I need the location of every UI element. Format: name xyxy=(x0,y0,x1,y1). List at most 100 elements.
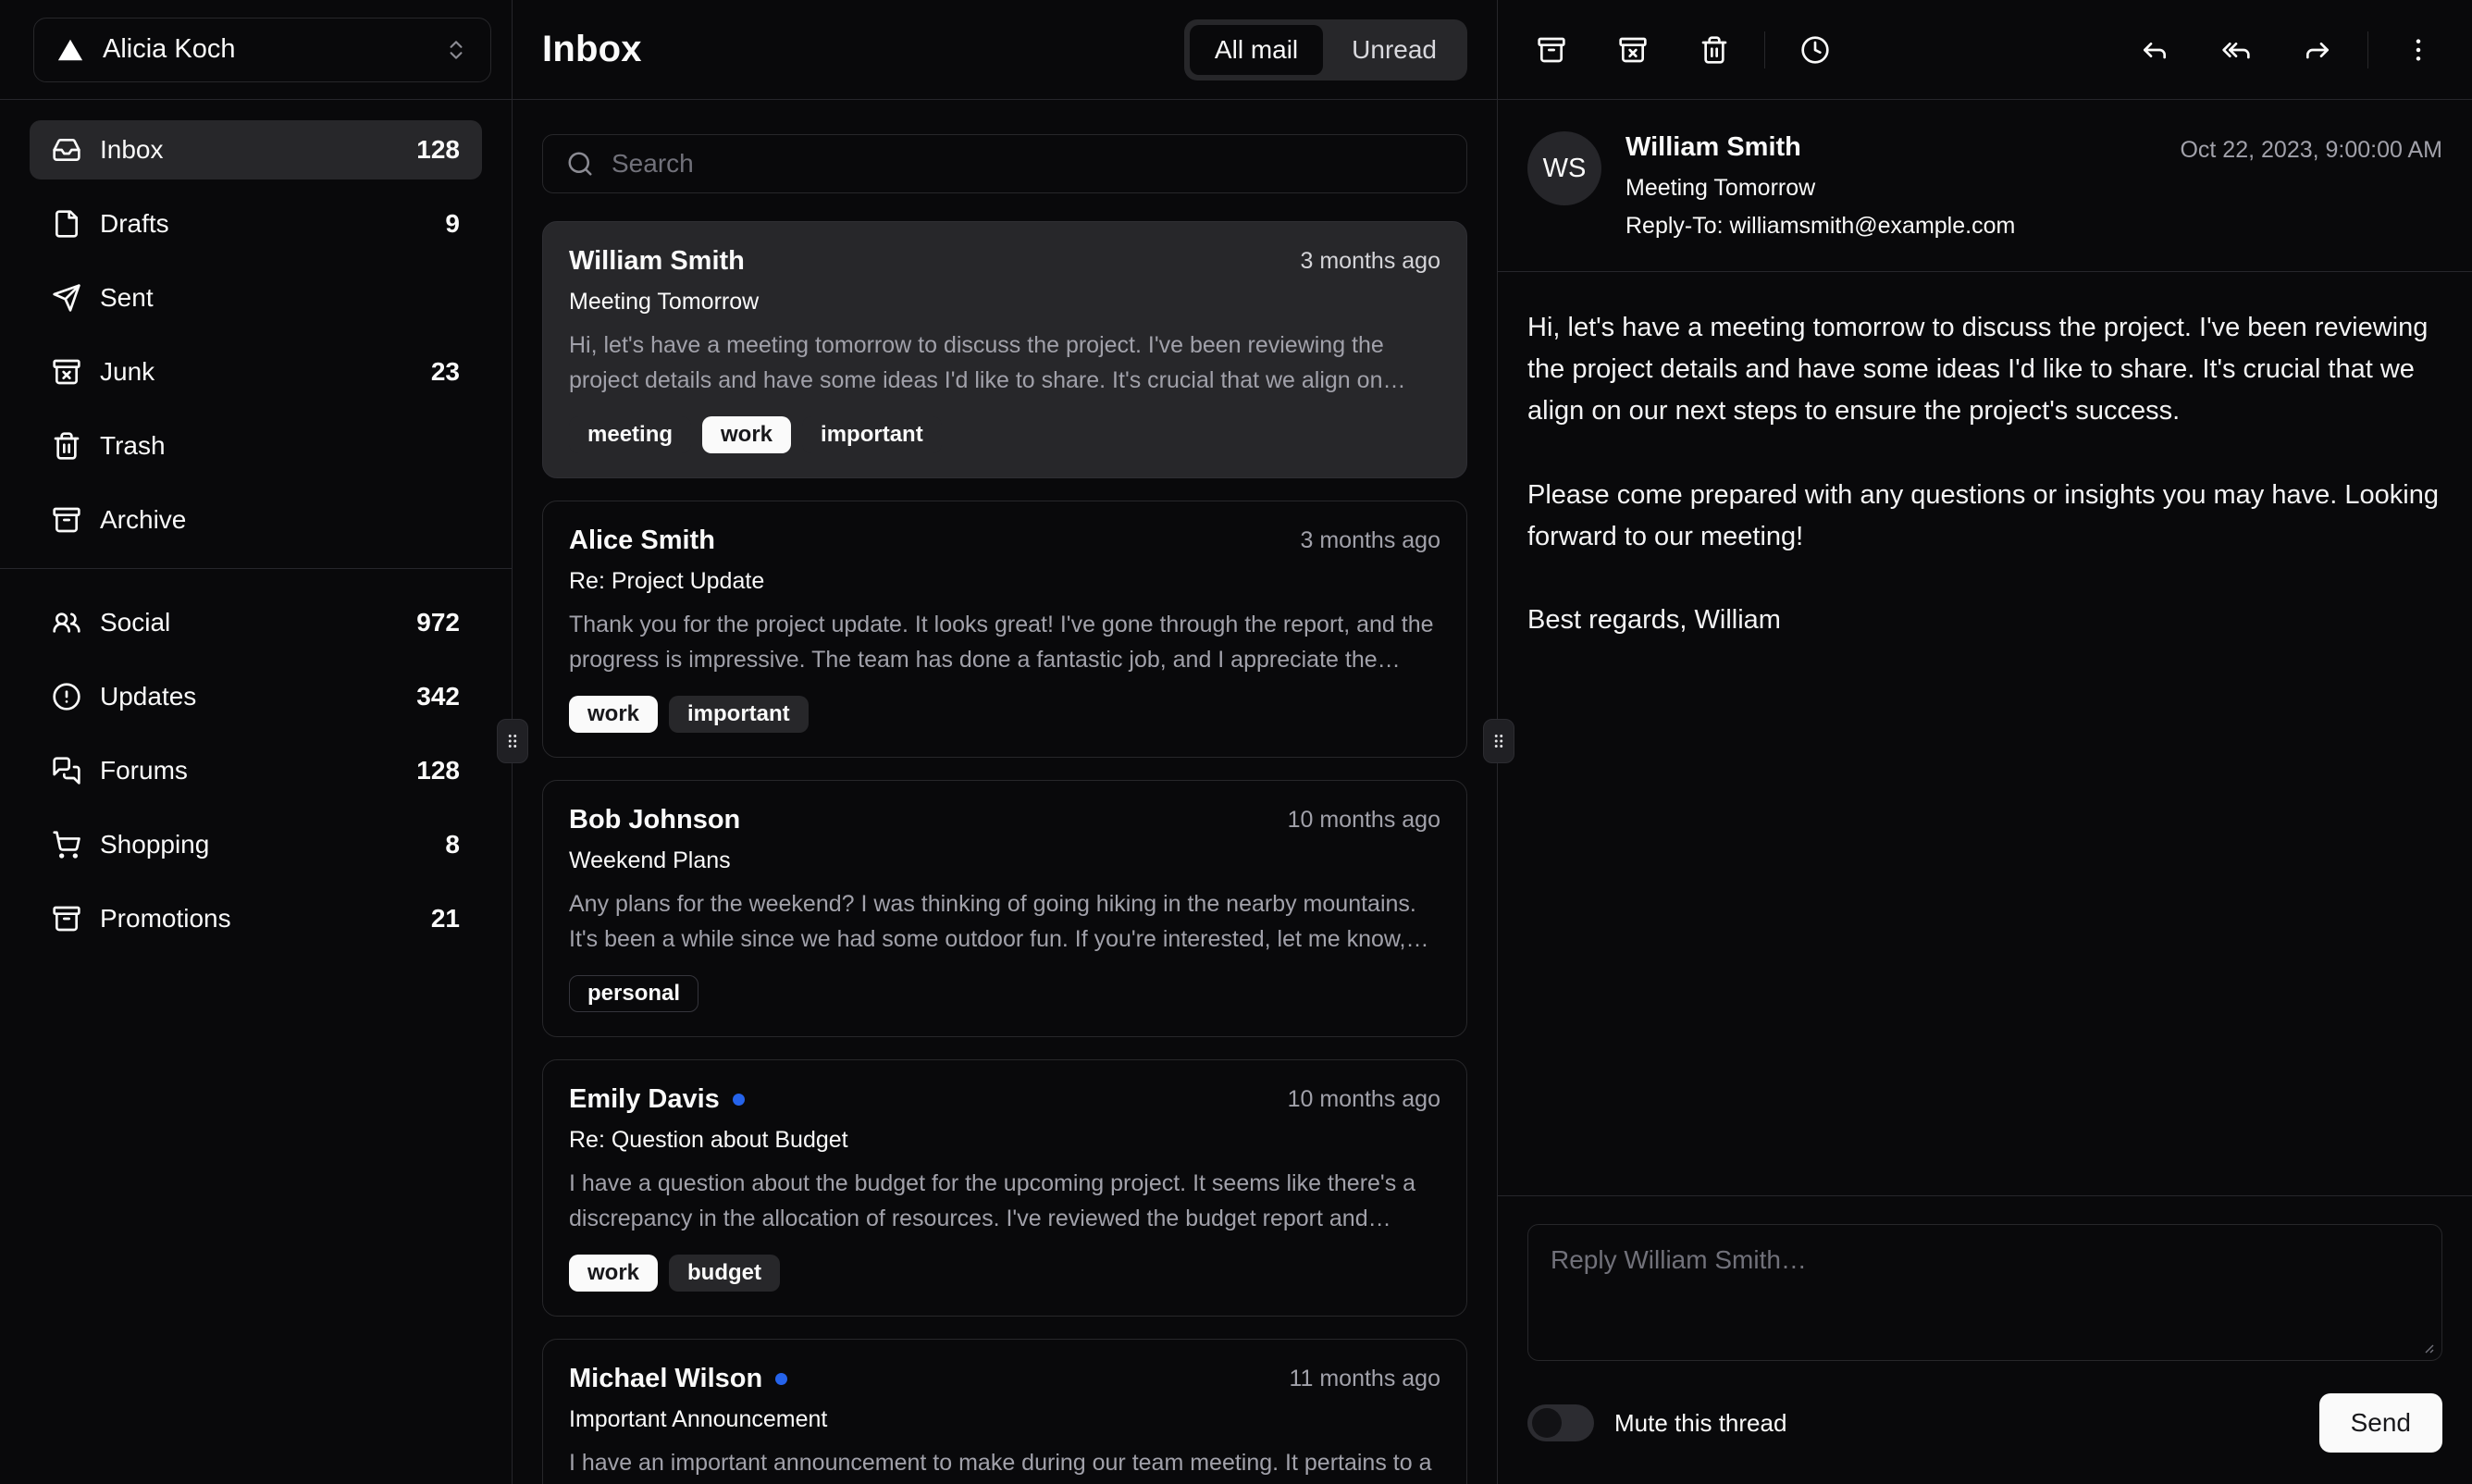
mail-body-paragraph: Hi, let's have a meeting tomorrow to dis… xyxy=(1527,312,2429,426)
email-list-item[interactable]: Emily Davis 10 months ago Re: Question a… xyxy=(542,1059,1467,1317)
sidebar-item-shopping[interactable]: Shopping 8 xyxy=(30,815,482,874)
sidebar-nav-primary: Inbox 128 Drafts 9 Sent Junk 23 Trash Ar… xyxy=(0,100,512,568)
email-snippet: Hi, let's have a meeting tomorrow to dis… xyxy=(569,332,1384,393)
email-tags: personal xyxy=(569,975,1440,1012)
search-row xyxy=(513,100,1497,221)
email-tag-badge[interactable]: work xyxy=(702,416,792,453)
sidebar-item-sent[interactable]: Sent xyxy=(30,268,482,328)
email-list: William Smith 3 months ago Meeting Tomor… xyxy=(513,221,1497,1484)
clock-icon xyxy=(1800,35,1830,65)
mute-thread-toggle[interactable] xyxy=(1527,1404,1594,1441)
email-date: 11 months ago xyxy=(1289,1366,1440,1391)
archive-x-icon xyxy=(52,357,81,387)
account-switcher[interactable]: Alicia Koch xyxy=(33,17,491,82)
unread-dot xyxy=(775,1373,788,1385)
toggle-knob xyxy=(1532,1408,1562,1438)
email-tag-badge[interactable]: work xyxy=(569,1255,659,1292)
tab-all-mail[interactable]: All mail xyxy=(1189,24,1324,75)
mail-body-paragraph: Please come prepared with any questions … xyxy=(1527,479,2439,551)
email-snippet: Any plans for the weekend? I was thinkin… xyxy=(569,891,1429,952)
email-tag-badge[interactable]: budget xyxy=(669,1255,780,1292)
email-list-item[interactable]: Alice Smith 3 months ago Re: Project Upd… xyxy=(542,501,1467,758)
sidebar: Alicia Koch Inbox 128 Drafts 9 Sent Junk… xyxy=(0,0,513,1484)
email-snippet: I have a question about the budget for t… xyxy=(569,1170,1416,1231)
textarea-resize-handle[interactable] xyxy=(2420,1340,2435,1354)
sidebar-item-trash[interactable]: Trash xyxy=(30,416,482,476)
page-title: Inbox xyxy=(542,29,642,69)
archive-x-icon xyxy=(1618,35,1648,65)
archive-button[interactable] xyxy=(1524,22,1579,78)
email-subject: Re: Question about Budget xyxy=(569,1127,848,1153)
inbox-icon xyxy=(52,135,81,165)
mail-subject: Meeting Tomorrow xyxy=(1625,174,1816,201)
detail-toolbar xyxy=(1498,0,2472,100)
email-tag-badge[interactable]: meeting xyxy=(569,416,692,453)
mail-filter-tabs: All mail Unread xyxy=(1183,19,1467,80)
email-tag-badge[interactable]: work xyxy=(569,696,659,733)
sidebar-item-forums[interactable]: Forums 128 xyxy=(30,741,482,800)
archive-icon xyxy=(1537,35,1566,65)
users-icon xyxy=(52,608,81,637)
sender-name: William Smith xyxy=(1625,132,1801,162)
sidebar-nav-secondary: Social 972 Updates 342 Forums 128 Shoppi… xyxy=(0,569,512,967)
trash-icon xyxy=(1700,35,1729,65)
email-tags: meeting work important xyxy=(569,416,1440,453)
reply-all-icon xyxy=(2221,35,2251,65)
email-list-item[interactable]: William Smith 3 months ago Meeting Tomor… xyxy=(542,221,1467,478)
sidebar-item-archive[interactable]: Archive xyxy=(30,490,482,550)
mail-reply-to: Reply-To: williamsmith@example.com xyxy=(1625,212,2016,239)
mail-body-paragraph: Best regards, William xyxy=(1527,605,1781,636)
avatar: WS xyxy=(1527,131,1601,205)
email-date: 3 months ago xyxy=(1300,527,1441,553)
email-list-item[interactable]: Michael Wilson 11 months ago Important A… xyxy=(542,1339,1467,1484)
email-date: 10 months ago xyxy=(1287,1086,1440,1112)
sidebar-item-updates[interactable]: Updates 342 xyxy=(30,667,482,726)
move-to-trash-button[interactable] xyxy=(1687,22,1742,78)
sidebar-item-inbox[interactable]: Inbox 128 xyxy=(30,120,482,179)
reply-textarea[interactable] xyxy=(1527,1224,2442,1361)
more-options-button[interactable] xyxy=(2391,22,2446,78)
forward-button[interactable] xyxy=(2290,22,2345,78)
send-button[interactable]: Send xyxy=(2318,1393,2442,1453)
mail-date: Oct 22, 2023, 9:00:00 AM xyxy=(2180,137,2442,163)
mail-list-pane: Inbox All mail Unread William Smith 3 mo… xyxy=(513,0,1498,1484)
sidebar-item-junk[interactable]: Junk 23 xyxy=(30,342,482,402)
more-vertical-icon xyxy=(2404,35,2433,65)
toolbar-separator xyxy=(1764,31,1765,68)
snooze-button[interactable] xyxy=(1787,22,1843,78)
reply-icon xyxy=(2140,35,2169,65)
email-list-item[interactable]: Bob Johnson 10 months ago Weekend Plans … xyxy=(542,780,1467,1037)
archive-icon xyxy=(52,505,81,535)
sidebar-header: Alicia Koch xyxy=(0,0,512,100)
tab-unread[interactable]: Unread xyxy=(1327,25,1462,75)
trash-icon xyxy=(52,431,81,461)
pane-resize-handle[interactable] xyxy=(1483,719,1514,763)
archive-icon xyxy=(52,904,81,934)
grip-dots-icon xyxy=(502,731,523,751)
reply-all-button[interactable] xyxy=(2208,22,2264,78)
email-date: 10 months ago xyxy=(1287,807,1440,833)
move-to-junk-button[interactable] xyxy=(1605,22,1661,78)
mute-thread-label: Mute this thread xyxy=(1614,1408,1787,1437)
reply-button[interactable] xyxy=(2127,22,2182,78)
email-tag-badge[interactable]: personal xyxy=(569,975,699,1012)
email-sender: Bob Johnson xyxy=(569,805,741,835)
email-sender: William Smith xyxy=(569,246,745,276)
pane-resize-handle[interactable] xyxy=(497,719,528,763)
search-input[interactable] xyxy=(542,134,1467,193)
list-header: Inbox All mail Unread xyxy=(513,0,1497,100)
email-tag-badge[interactable]: important xyxy=(802,416,942,453)
file-icon xyxy=(52,209,81,239)
sidebar-item-drafts[interactable]: Drafts 9 xyxy=(30,194,482,254)
shopping-cart-icon xyxy=(52,830,81,859)
mail-detail-pane: WS William Smith Meeting Tomorrow Reply-… xyxy=(1498,0,2472,1484)
email-subject: Weekend Plans xyxy=(569,847,731,873)
email-date: 3 months ago xyxy=(1300,248,1441,274)
chevrons-up-down-icon xyxy=(444,38,468,62)
email-sender: Michael Wilson xyxy=(569,1364,763,1393)
unread-dot xyxy=(732,1094,745,1106)
sidebar-item-social[interactable]: Social 972 xyxy=(30,593,482,652)
email-tag-badge[interactable]: important xyxy=(669,696,809,733)
sidebar-item-promotions[interactable]: Promotions 21 xyxy=(30,889,482,948)
email-subject: Re: Project Update xyxy=(569,568,765,594)
